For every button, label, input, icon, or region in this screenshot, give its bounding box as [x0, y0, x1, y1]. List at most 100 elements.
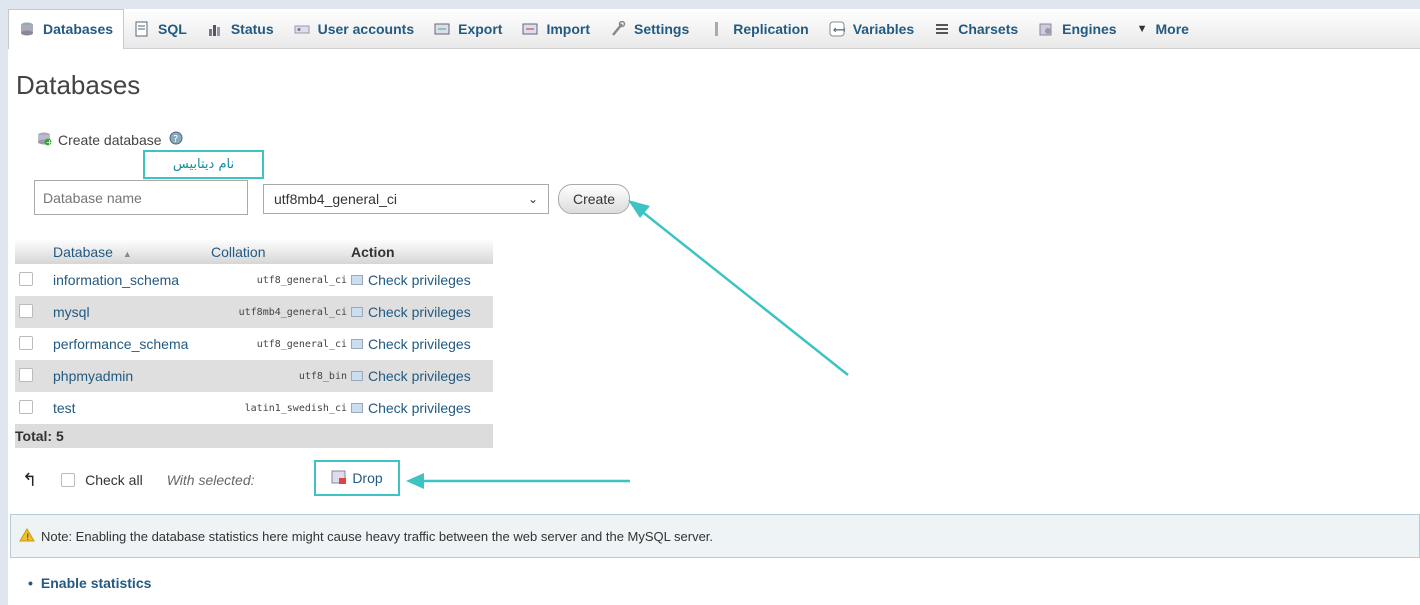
select-arrow-icon: ↰: [22, 469, 38, 490]
top-tab-bar: Databases SQL Status User accounts Expor…: [8, 8, 1420, 49]
check-privileges-link[interactable]: Check privileges: [351, 304, 493, 320]
create-database-label: Create database: [58, 131, 162, 148]
privileges-icon: [351, 339, 363, 349]
window-frame-left: [0, 0, 8, 605]
svg-text:+: +: [46, 138, 52, 146]
tab-label: Export: [458, 20, 503, 37]
svg-text:?: ?: [173, 134, 178, 145]
database-link[interactable]: performance_schema: [53, 328, 211, 360]
warning-icon: !: [19, 527, 35, 545]
header-database-label: Database: [53, 243, 113, 260]
users-icon: [294, 21, 310, 37]
tab-status[interactable]: Status: [197, 9, 284, 49]
tab-engines[interactable]: Engines: [1028, 9, 1126, 49]
variables-icon: ⟷: [829, 21, 847, 37]
database-table: Database ▲ Collation Action information_…: [15, 239, 493, 448]
header-collation[interactable]: Collation: [211, 239, 351, 264]
tab-more[interactable]: ▼ More: [1127, 9, 1199, 49]
chevron-down-icon: ⌄: [527, 192, 538, 206]
caret-down-icon: ▼: [1136, 22, 1148, 35]
tab-databases[interactable]: Databases: [8, 8, 125, 49]
database-link[interactable]: information_schema: [53, 264, 211, 296]
collation-cell: utf8_bin: [211, 360, 351, 392]
page-title: Databases: [16, 70, 141, 100]
enable-statistics-label: Enable statistics: [40, 575, 152, 591]
engines-icon: [1038, 21, 1054, 37]
tab-user-accounts[interactable]: User accounts: [284, 9, 424, 49]
database-name-input[interactable]: [34, 180, 248, 215]
tab-label: Engines: [1062, 20, 1117, 37]
arrowhead-create: [628, 200, 650, 218]
row-checkbox[interactable]: [19, 271, 33, 286]
header-checkbox-cell: [15, 239, 53, 264]
annotation-database-name: نام دیتابیس: [143, 150, 264, 179]
drop-label: Drop: [352, 470, 383, 486]
database-link[interactable]: test: [53, 392, 211, 424]
check-all-checkbox[interactable]: [61, 473, 76, 487]
privileges-icon: [351, 307, 363, 317]
export-icon: [434, 21, 450, 37]
check-privileges-link[interactable]: Check privileges: [351, 368, 493, 384]
help-icon[interactable]: ?: [168, 130, 184, 149]
row-checkbox[interactable]: [19, 303, 33, 318]
enable-statistics-link[interactable]: • Enable statistics: [28, 575, 151, 591]
arrowhead-drop: [406, 473, 424, 489]
replication-icon: [709, 21, 725, 37]
check-privileges-label: Check privileges: [368, 304, 471, 320]
tab-variables[interactable]: ⟷ Variables: [819, 9, 925, 49]
drop-icon: [331, 469, 347, 488]
with-selected-label: With selected:: [166, 472, 255, 488]
tab-replication[interactable]: Replication: [699, 9, 818, 49]
check-privileges-link[interactable]: Check privileges: [351, 272, 493, 288]
tab-label: Status: [230, 20, 274, 37]
check-privileges-label: Check privileges: [368, 368, 471, 384]
collation-cell: utf8mb4_general_ci: [211, 296, 351, 328]
tab-label: Settings: [634, 20, 690, 37]
arrow-to-create: [639, 209, 849, 376]
check-privileges-label: Check privileges: [368, 272, 471, 288]
tab-label: User accounts: [317, 20, 415, 37]
tab-import[interactable]: Import: [512, 9, 600, 49]
note-text: Note: Enabling the database statistics h…: [41, 528, 714, 544]
svg-text:⟷: ⟷: [833, 25, 845, 36]
header-database[interactable]: Database ▲: [53, 239, 211, 264]
header-action: Action: [351, 239, 493, 264]
row-checkbox[interactable]: [19, 367, 33, 382]
table-row: information_schema utf8_general_ci Check…: [15, 264, 493, 296]
tab-label: More: [1155, 20, 1189, 37]
row-checkbox[interactable]: [19, 335, 33, 350]
database-link[interactable]: mysql: [53, 296, 211, 328]
collation-select[interactable]: utf8mb4_general_ci ⌄: [263, 184, 549, 214]
drop-button[interactable]: Drop: [314, 460, 400, 496]
total-row: Total: 5: [15, 424, 493, 448]
tab-label: Databases: [43, 21, 114, 37]
create-database-heading: + Create database ?: [36, 130, 184, 149]
total-label: Total: 5: [15, 424, 493, 448]
database-icon: [19, 21, 35, 37]
privileges-icon: [351, 403, 363, 413]
tab-sql[interactable]: SQL: [124, 9, 197, 49]
check-privileges-link[interactable]: Check privileges: [351, 336, 493, 352]
statistics-note: ! Note: Enabling the database statistics…: [10, 514, 1420, 558]
create-database-icon: +: [36, 130, 53, 149]
tab-charsets[interactable]: Charsets: [924, 9, 1028, 49]
table-row: phpmyadmin utf8_bin Check privileges: [15, 360, 493, 392]
collation-cell: latin1_swedish_ci: [211, 392, 351, 424]
table-row: mysql utf8mb4_general_ci Check privilege…: [15, 296, 493, 328]
charsets-icon: [934, 21, 950, 37]
database-link[interactable]: phpmyadmin: [53, 360, 211, 392]
tab-settings[interactable]: Settings: [600, 9, 699, 49]
tab-export[interactable]: Export: [424, 9, 512, 49]
privileges-icon: [351, 371, 363, 381]
sql-icon: [134, 21, 150, 37]
bulk-actions: ↰ Check all With selected:: [22, 462, 255, 498]
check-all-label[interactable]: Check all: [85, 472, 143, 488]
table-header-row: Database ▲ Collation Action: [15, 239, 493, 264]
bullet-icon: •: [28, 575, 33, 591]
wrench-icon: [610, 20, 626, 37]
create-button[interactable]: Create: [558, 184, 630, 214]
collation-value: utf8mb4_general_ci: [274, 191, 397, 207]
check-privileges-label: Check privileges: [368, 400, 471, 416]
row-checkbox[interactable]: [19, 399, 33, 414]
check-privileges-link[interactable]: Check privileges: [351, 400, 493, 416]
